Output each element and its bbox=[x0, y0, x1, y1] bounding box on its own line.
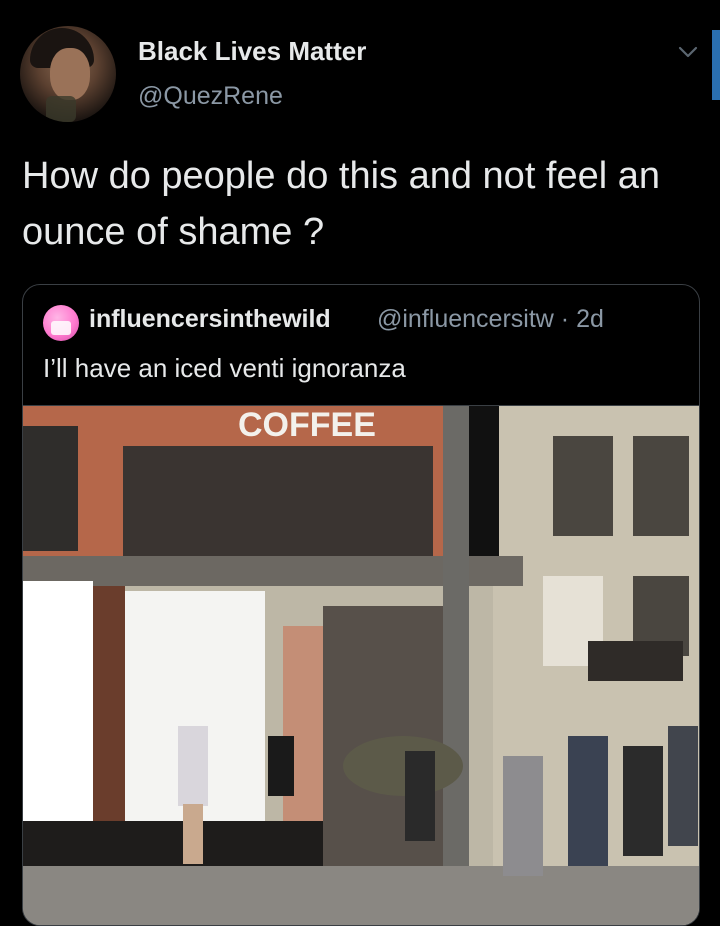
quoted-avatar-mark bbox=[51, 321, 71, 335]
quoted-author-avatar[interactable] bbox=[43, 305, 79, 341]
meta-separator: · bbox=[560, 305, 570, 333]
coffee-sign: COFFEE bbox=[238, 406, 376, 444]
quoted-tweet-time[interactable]: 2d bbox=[576, 305, 604, 333]
tweet-text: How do people do this and not feel an ou… bbox=[22, 155, 661, 253]
avatar-face bbox=[50, 48, 90, 100]
quoted-author-name[interactable]: influencersinthewild bbox=[89, 305, 331, 334]
media-photo: COFFEE bbox=[23, 406, 699, 925]
chevron-down-icon[interactable] bbox=[676, 40, 700, 64]
quoted-tweet-media[interactable]: COFFEE bbox=[23, 405, 699, 925]
avatar-neck-tattoo bbox=[46, 96, 76, 122]
author-name[interactable]: Black Lives Matter bbox=[138, 36, 366, 67]
quoted-tweet-card[interactable]: influencersinthewild @influencersitw · 2… bbox=[22, 284, 700, 926]
quoted-tweet-text: I’ll have an iced venti ignoranza bbox=[43, 353, 406, 383]
author-avatar[interactable] bbox=[20, 26, 116, 122]
quoted-author-handle[interactable]: @influencersitw bbox=[377, 305, 554, 333]
scrollbar[interactable] bbox=[712, 30, 720, 100]
author-handle[interactable]: @QuezRene bbox=[138, 82, 283, 111]
quoted-author-meta: @influencersitw · 2d bbox=[377, 305, 604, 334]
